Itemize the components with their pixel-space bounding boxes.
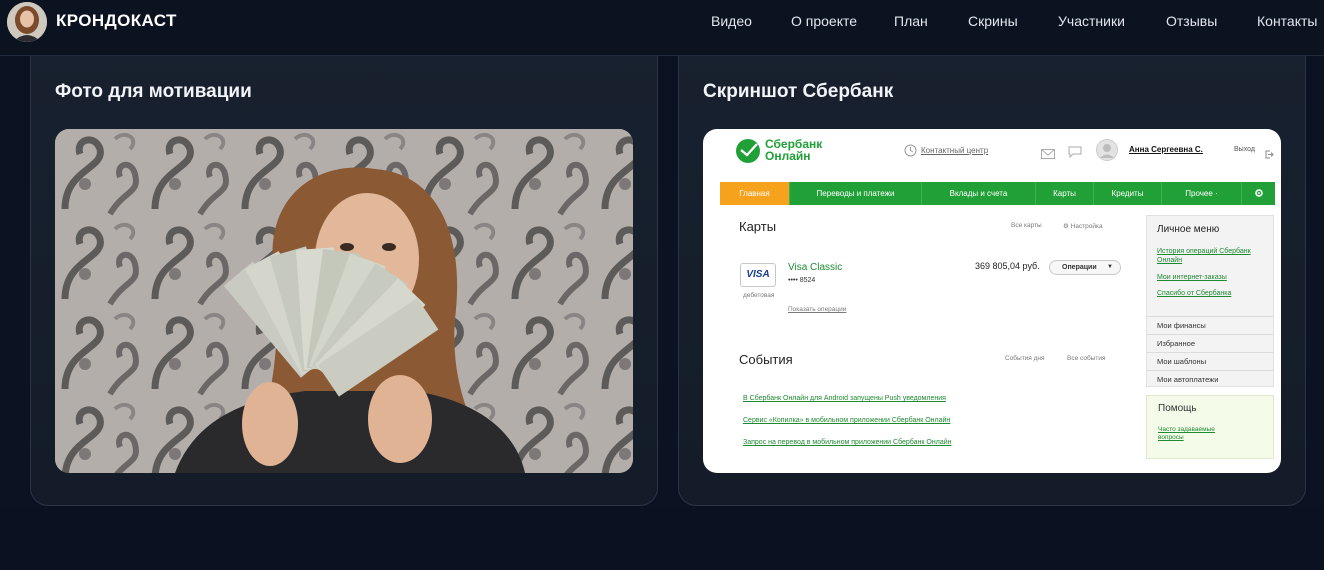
site-header: КРОНДОКАСТ Видео О проекте План Скрины У… [0, 0, 1324, 56]
help-title: Помощь [1158, 403, 1197, 414]
cards-settings-link[interactable]: ⚙ Настройка [1063, 222, 1103, 230]
side-item-label: Мои шаблоны [1157, 357, 1207, 366]
mail-icon[interactable] [1041, 146, 1055, 164]
all-cards-link[interactable]: Все карты [1011, 222, 1042, 229]
motivation-photo [55, 129, 633, 473]
side-item-label: Мои финансы [1157, 321, 1206, 330]
dropdown-arrow-icon: ▼ [1107, 264, 1113, 270]
menu-cards[interactable]: Карты [1036, 182, 1094, 205]
menu-home[interactable]: Главная [720, 182, 790, 205]
side-item-finances[interactable]: Мои финансы [1147, 316, 1273, 334]
sberbank-card: Скриншот Сбербанк Сбербанк Онлайн Контак… [678, 36, 1306, 506]
personal-link-history[interactable]: История операций Сбербанк Онлайн [1157, 247, 1271, 265]
operations-dropdown[interactable]: Операции ▼ [1049, 260, 1121, 275]
personal-link-spasibo[interactable]: Спасибо от Сбербанка [1157, 290, 1231, 297]
settings-gear-icon[interactable] [1242, 182, 1275, 205]
chat-icon[interactable] [1068, 145, 1082, 163]
card-balance: 369 805,04 руб. [975, 261, 1040, 271]
nav-contacts[interactable]: Контакты [1257, 13, 1317, 29]
sberbank-logo-icon [735, 138, 761, 169]
nav-video[interactable]: Видео [711, 13, 752, 29]
small-gear-icon: ⚙ [1063, 223, 1069, 230]
cards-settings-label: Настройка [1070, 223, 1103, 230]
contact-center-link[interactable]: Контактный центр [921, 146, 988, 155]
sberbank-main-menu: Главная Переводы и платежи Вклады и счет… [720, 182, 1275, 205]
side-item-favorites[interactable]: Избранное [1147, 334, 1273, 352]
sberbank-card-title: Скриншот Сбербанк [703, 81, 894, 102]
menu-transfers[interactable]: Переводы и платежи [790, 182, 922, 205]
event-link[interactable]: Сервис «Копилка» в мобильном приложении … [743, 417, 950, 424]
motivation-card: Фото для мотивации [30, 36, 658, 506]
event-link[interactable]: В Сбербанк Онлайн для Android запущены P… [743, 395, 946, 402]
user-name-link[interactable]: Анна Сергеевна С. [1129, 145, 1203, 154]
events-heading: События [739, 352, 793, 367]
menu-other[interactable]: Прочее · [1162, 182, 1242, 205]
personal-menu-title: Личное меню [1157, 224, 1220, 235]
sberbank-logo-line2: Онлайн [765, 149, 811, 163]
show-operations-link[interactable]: Показать операции [788, 306, 846, 313]
faq-link[interactable]: Часто задаваемые вопросы [1158, 426, 1228, 442]
nav-plan[interactable]: План [894, 13, 928, 29]
nav-about[interactable]: О проекте [791, 13, 857, 29]
sberbank-logo-text: Сбербанк Онлайн [765, 138, 822, 162]
personal-menu-panel: Личное меню История операций Сбербанк Он… [1146, 215, 1274, 387]
main-nav: Видео О проекте План Скрины Участники От… [0, 13, 1324, 31]
event-link[interactable]: Запрос на перевод в мобильном приложении… [743, 439, 952, 446]
nav-participants[interactable]: Участники [1058, 13, 1125, 29]
page-bottom-band [0, 506, 1324, 570]
all-events-link[interactable]: Все события [1067, 355, 1105, 362]
help-panel: Помощь Часто задаваемые вопросы [1146, 395, 1274, 459]
operations-label: Операции [1062, 264, 1097, 271]
exit-link[interactable]: Выход [1234, 146, 1255, 153]
personal-link-orders[interactable]: Мои интернет-заказы [1157, 274, 1227, 281]
card-type: дебетовая [743, 292, 775, 299]
events-today-link[interactable]: События дня [1005, 355, 1045, 362]
side-item-templates[interactable]: Мои шаблоны [1147, 352, 1273, 370]
side-item-autopayments[interactable]: Мои автоплатежи [1147, 370, 1273, 388]
card-number: •••• 8524 [788, 277, 816, 284]
side-item-label: Избранное [1157, 339, 1196, 348]
motivation-card-title: Фото для мотивации [55, 81, 252, 102]
visa-card-icon[interactable]: VISA [740, 263, 776, 287]
phone-icon [904, 144, 917, 162]
cards-heading: Карты [739, 219, 777, 234]
menu-deposits[interactable]: Вклады и счета [922, 182, 1036, 205]
nav-screens[interactable]: Скрины [968, 13, 1018, 29]
sberbank-screenshot: Сбербанк Онлайн Контактный центр Анна Се… [703, 129, 1281, 473]
nav-reviews[interactable]: Отзывы [1166, 13, 1217, 29]
exit-icon[interactable] [1265, 146, 1274, 164]
side-item-label: Мои автоплатежи [1157, 375, 1219, 384]
menu-credits[interactable]: Кредиты [1094, 182, 1162, 205]
card-name-link[interactable]: Visa Classic [788, 262, 842, 273]
user-avatar-icon[interactable] [1096, 139, 1118, 166]
